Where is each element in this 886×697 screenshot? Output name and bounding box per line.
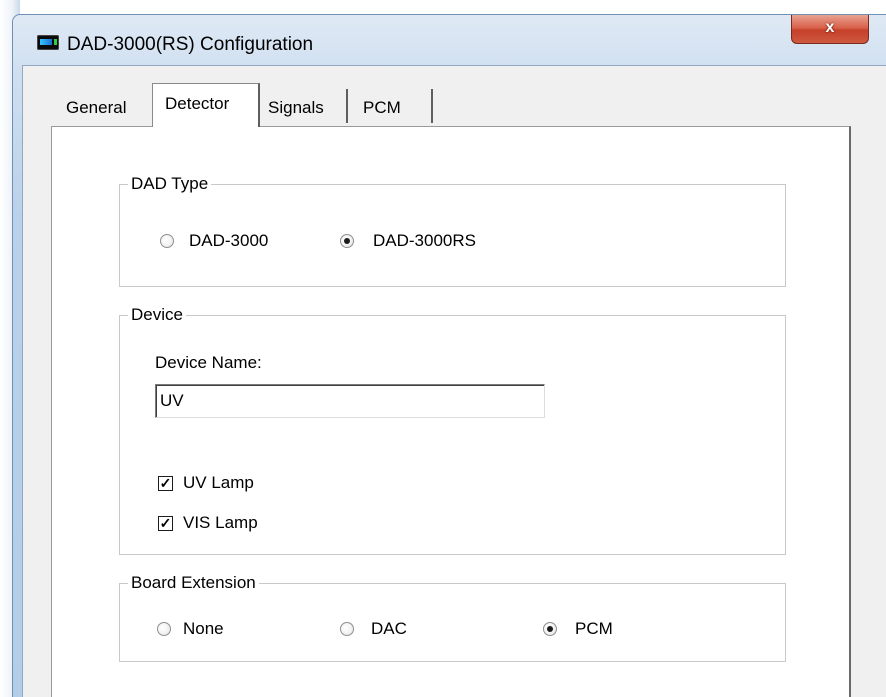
vis-lamp-label[interactable]: VIS Lamp — [183, 513, 258, 533]
device-group-label: Device — [128, 305, 186, 325]
radio-dad-3000rs-label[interactable]: DAD-3000RS — [373, 231, 476, 251]
tab-detector[interactable]: Detector — [152, 83, 260, 127]
radio-dac[interactable] — [340, 622, 354, 636]
window-title: DAD-3000(RS) Configuration — [67, 34, 314, 55]
tab-signals[interactable]: Signals — [262, 89, 348, 123]
radio-dad-3000rs[interactable] — [340, 234, 354, 248]
title-bar[interactable]: DAD-3000(RS) Configuration x — [13, 15, 886, 65]
tab-pcm[interactable]: PCM — [349, 89, 433, 123]
radio-dad-3000[interactable] — [160, 234, 174, 248]
device-name-input[interactable]: UV — [155, 384, 545, 418]
vis-lamp-checkbox[interactable]: ✓ — [158, 516, 173, 531]
device-name-label: Device Name: — [155, 353, 262, 372]
radio-dac-label[interactable]: DAC — [371, 619, 407, 639]
uv-lamp-label[interactable]: UV Lamp — [183, 473, 254, 493]
uv-lamp-checkbox[interactable]: ✓ — [158, 476, 173, 491]
radio-pcm-label[interactable]: PCM — [575, 619, 613, 639]
dad-type-group-label: DAD Type — [128, 174, 212, 194]
tab-general[interactable]: General — [66, 89, 126, 123]
radio-none[interactable] — [157, 622, 171, 636]
radio-none-label[interactable]: None — [183, 619, 224, 639]
board-extension-group-label: Board Extension — [128, 573, 259, 593]
application-icon — [37, 35, 59, 50]
radio-dad-3000-label[interactable]: DAD-3000 — [189, 231, 268, 251]
close-button[interactable]: x — [791, 15, 869, 44]
radio-pcm[interactable] — [543, 622, 557, 636]
